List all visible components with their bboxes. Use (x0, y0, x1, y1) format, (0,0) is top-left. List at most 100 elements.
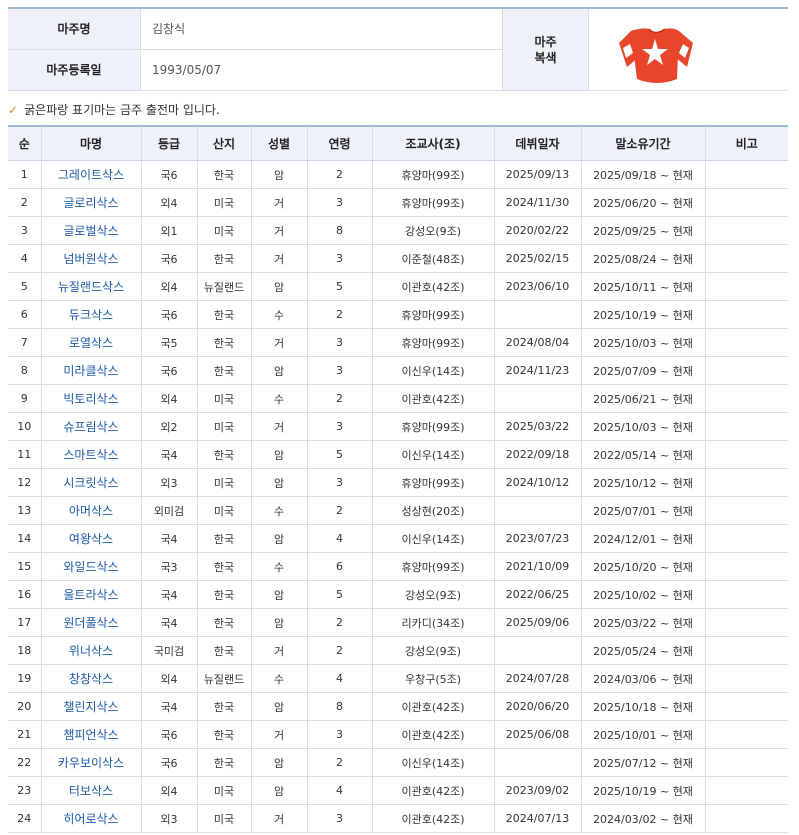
sex: 암 (251, 440, 308, 469)
origin: 한국 (197, 524, 252, 553)
debut-date: 2024/07/28 (494, 664, 582, 693)
remarks (705, 720, 788, 749)
grade: 국6 (141, 356, 198, 385)
grade: 국4 (141, 580, 198, 609)
ownership-period: 2025/07/01 ~ 현재 (581, 496, 706, 525)
age: 8 (307, 692, 373, 721)
sex: 거 (251, 412, 308, 441)
horse-name-link[interactable]: 스마트삭스 (41, 440, 142, 469)
trainer: 이관호(42조) (372, 384, 495, 413)
ownership-period: 2025/10/11 ~ 현재 (581, 272, 706, 301)
horse-name-link[interactable]: 원더풀삭스 (41, 608, 142, 637)
horse-name-link[interactable]: 위너삭스 (41, 636, 142, 665)
origin: 미국 (197, 216, 252, 245)
remarks (705, 272, 788, 301)
horse-name-link[interactable]: 미라클삭스 (41, 356, 142, 385)
sex: 암 (251, 776, 308, 805)
remarks (705, 636, 788, 665)
horse-name-link[interactable]: 넘버원삭스 (41, 244, 142, 273)
table-row: 12 시크릿삭스 외3 미국 암 3 휴양마(99조) 2024/10/12 2025/10/1… (8, 468, 788, 497)
debut-date (494, 636, 582, 665)
origin: 한국 (197, 720, 252, 749)
horse-name-link[interactable]: 뉴질랜드삭스 (41, 272, 142, 301)
grade: 국미검 (141, 636, 198, 665)
horse-name-link[interactable]: 챔피언삭스 (41, 720, 142, 749)
horse-name-link[interactable]: 챌린지삭스 (41, 692, 142, 721)
horse-name-link[interactable]: 카우보이삭스 (41, 748, 142, 777)
row-no: 21 (8, 720, 42, 749)
table-row: 10 슈프림삭스 외2 미국 거 3 휴양마(99조) 2025/03/22 2025/10/0… (8, 412, 788, 441)
trainer: 우창구(5조) (372, 664, 495, 693)
trainer: 이신우(14조) (372, 356, 495, 385)
age: 2 (307, 636, 373, 665)
grade: 외4 (141, 664, 198, 693)
ownership-period: 2025/03/22 ~ 현재 (581, 608, 706, 637)
owner-silks-cell (588, 8, 788, 91)
ownership-period: 2025/08/24 ~ 현재 (581, 244, 706, 273)
remarks (705, 748, 788, 777)
table-row: 11 스마트삭스 국4 한국 암 5 이신우(14조) 2022/09/18 2022/05/1… (8, 440, 788, 469)
row-no: 14 (8, 524, 42, 553)
table-row: 5 뉴질랜드삭스 외4 뉴질랜드 암 5 이관호(42조) 2023/06/10 2025/10… (8, 272, 788, 301)
owner-silks-label: 마주 복색 (502, 8, 589, 91)
horse-name-link[interactable]: 빅토리삭스 (41, 384, 142, 413)
origin: 한국 (197, 636, 252, 665)
horse-name-link[interactable]: 시크릿삭스 (41, 468, 142, 497)
row-no: 10 (8, 412, 42, 441)
age: 3 (307, 328, 373, 357)
row-no: 8 (8, 356, 42, 385)
horse-name-link[interactable]: 로열삭스 (41, 328, 142, 357)
age: 4 (307, 664, 373, 693)
table-row: 6 듀크삭스 국6 한국 수 2 휴양마(99조) 2025/10/19 ~ 현재 (8, 300, 788, 329)
col-header-origin: 산지 (197, 126, 252, 161)
owner-reg-date-value: 1993/05/07 (140, 49, 503, 92)
horse-name-link[interactable]: 그레이트삭스 (41, 160, 142, 189)
grade: 국6 (141, 244, 198, 273)
origin: 한국 (197, 440, 252, 469)
origin: 미국 (197, 188, 252, 217)
horse-name-link[interactable]: 글로벌삭스 (41, 216, 142, 245)
table-row: 3 글로벌삭스 외1 미국 거 8 강성오(9조) 2020/02/22 2025/09/25 … (8, 216, 788, 245)
row-no: 19 (8, 664, 42, 693)
remarks (705, 776, 788, 805)
remarks (705, 216, 788, 245)
grade: 국6 (141, 160, 198, 189)
row-no: 23 (8, 776, 42, 805)
owner-silks-label-line2: 복색 (534, 50, 557, 65)
horse-name-link[interactable]: 슈프림삭스 (41, 412, 142, 441)
trainer: 이관호(42조) (372, 804, 495, 833)
horse-name-link[interactable]: 여왕삭스 (41, 524, 142, 553)
origin: 한국 (197, 580, 252, 609)
horse-name-link[interactable]: 창창삭스 (41, 664, 142, 693)
grade: 국6 (141, 720, 198, 749)
trainer: 이신우(14조) (372, 440, 495, 469)
table-row: 23 터보삭스 외4 미국 암 4 이관호(42조) 2023/09/02 2025/10/19… (8, 776, 788, 805)
debut-date: 2024/07/13 (494, 804, 582, 833)
table-row: 24 히어로삭스 외3 미국 거 3 이관호(42조) 2024/07/13 2024/03/0… (8, 804, 788, 833)
grade: 외3 (141, 804, 198, 833)
horse-name-link[interactable]: 히어로삭스 (41, 804, 142, 833)
horse-name-link[interactable]: 와일드삭스 (41, 552, 142, 581)
age: 2 (307, 496, 373, 525)
horse-name-link[interactable]: 글로리삭스 (41, 188, 142, 217)
remarks (705, 328, 788, 357)
horse-name-link[interactable]: 아머삭스 (41, 496, 142, 525)
remarks (705, 188, 788, 217)
trainer: 이관호(42조) (372, 720, 495, 749)
remarks (705, 692, 788, 721)
debut-date: 2025/06/08 (494, 720, 582, 749)
ownership-period: 2025/10/20 ~ 현재 (581, 552, 706, 581)
grade: 외1 (141, 216, 198, 245)
debut-date: 2022/09/18 (494, 440, 582, 469)
debut-date (494, 384, 582, 413)
table-row: 14 여왕삭스 국4 한국 암 4 이신우(14조) 2023/07/23 2024/12/01… (8, 524, 788, 553)
horse-name-link[interactable]: 듀크삭스 (41, 300, 142, 329)
col-header-trainer: 조교사(조) (372, 126, 495, 161)
trainer: 성상현(20조) (372, 496, 495, 525)
debut-date: 2023/07/23 (494, 524, 582, 553)
grade: 외2 (141, 412, 198, 441)
horse-name-link[interactable]: 터보삭스 (41, 776, 142, 805)
debut-date: 2025/09/06 (494, 608, 582, 637)
horse-name-link[interactable]: 울트라삭스 (41, 580, 142, 609)
table-row: 22 카우보이삭스 국6 한국 암 2 이신우(14조) 2025/07/12 ~ 현재 (8, 748, 788, 777)
